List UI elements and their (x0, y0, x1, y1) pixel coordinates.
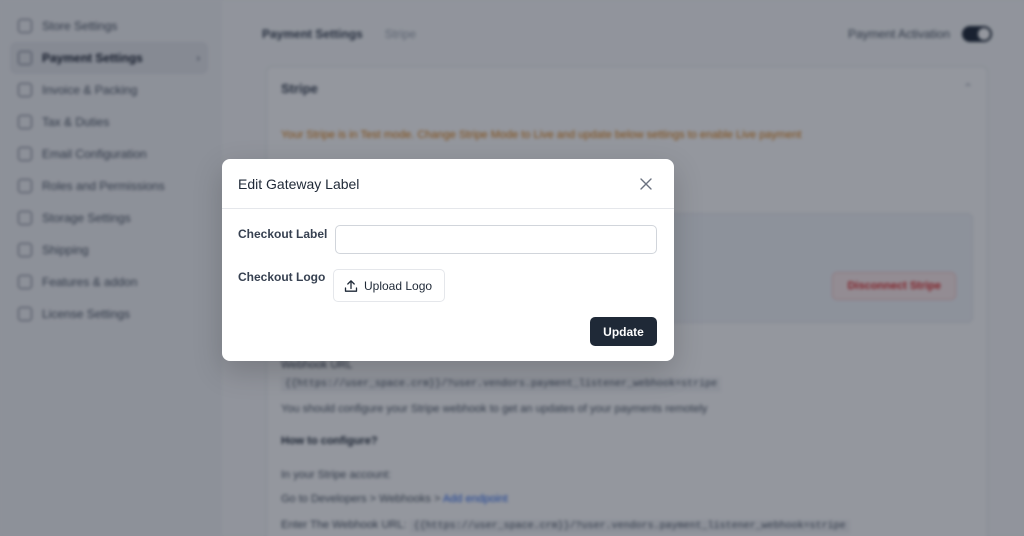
upload-logo-button[interactable]: Upload Logo (333, 269, 445, 302)
update-button[interactable]: Update (590, 317, 657, 346)
upload-logo-label: Upload Logo (364, 278, 433, 293)
close-button[interactable] (634, 172, 658, 196)
checkout-label-label: Checkout Label (238, 227, 328, 241)
checkout-logo-label: Checkout Logo (238, 270, 326, 284)
modal-header: Edit Gateway Label (222, 159, 674, 209)
checkout-logo-row: Checkout Logo (238, 270, 658, 284)
edit-gateway-label-modal: Edit Gateway Label Checkout Label Checko… (222, 159, 674, 361)
checkout-label-input[interactable] (335, 225, 657, 254)
close-icon (640, 177, 652, 190)
modal-title: Edit Gateway Label (238, 175, 360, 192)
upload-icon (344, 279, 358, 292)
